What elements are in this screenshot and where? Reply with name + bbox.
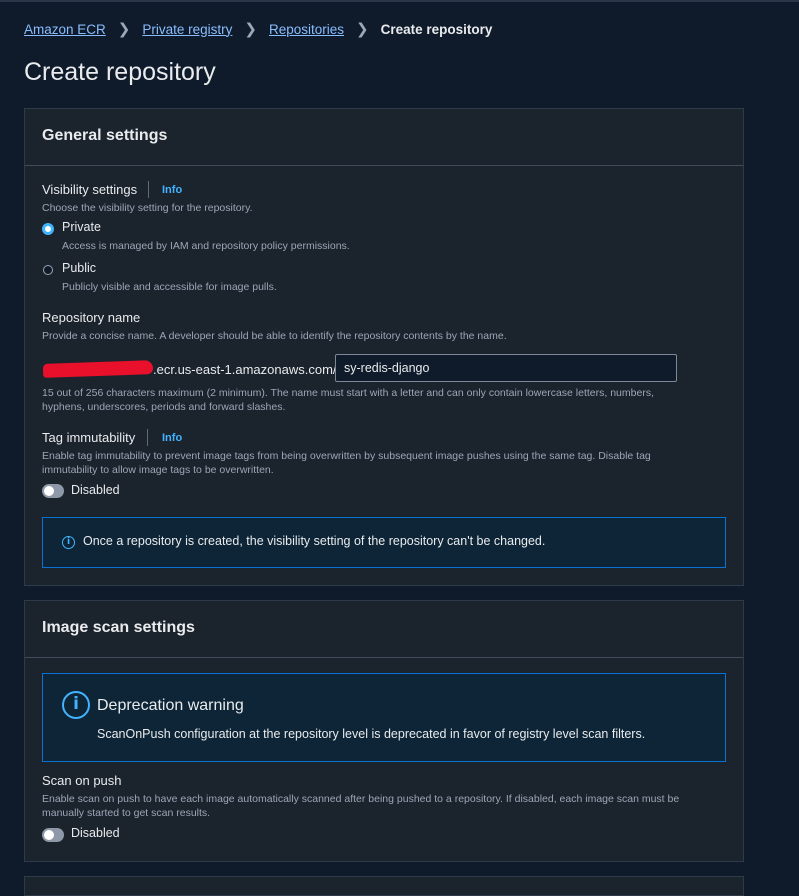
breadcrumb-current: Create repository <box>380 21 493 37</box>
chevron-right-icon: ❯ <box>244 21 257 38</box>
tag-immutability-toggle-label: Disabled <box>71 483 120 497</box>
constraint-line-2: hyphens, underscores, periods and forwar… <box>42 401 286 413</box>
scan-on-push-toggle-label: Disabled <box>71 826 120 840</box>
general-settings-panel: General settings Visibility settings Inf… <box>24 108 744 586</box>
repository-name-input[interactable] <box>335 354 677 382</box>
deprecation-warning-text: ScanOnPush configuration at the reposito… <box>97 727 646 741</box>
tag-immutability-info-link[interactable]: Info <box>162 432 182 444</box>
info-divider <box>148 181 149 198</box>
top-border <box>0 0 799 2</box>
info-circle-icon: i <box>62 691 90 719</box>
visibility-description: Choose the visibility setting for the re… <box>42 202 253 214</box>
chevron-right-icon: ❯ <box>117 21 131 38</box>
panel-header: Image scan settings <box>25 601 743 658</box>
breadcrumb-repositories[interactable]: Repositories <box>269 22 344 37</box>
tag-immutability-label: Tag immutability <box>42 430 136 445</box>
toggle-knob <box>44 486 54 496</box>
tag-immutability-description-line-1: Enable tag immutability to prevent image… <box>42 450 651 462</box>
repository-name-description: Provide a concise name. A developer shou… <box>42 330 507 342</box>
repository-name-label: Repository name <box>42 310 141 325</box>
info-divider <box>147 429 148 446</box>
scan-on-push-label: Scan on push <box>42 773 122 788</box>
constraint-line-1: 15 out of 256 characters maximum (2 mini… <box>42 387 654 399</box>
scan-on-push-description-line-2: manually started to get scan results. <box>42 807 211 819</box>
visibility-settings-label: Visibility settings <box>42 182 138 197</box>
scan-on-push-description-line-1: Enable scan on push to have each image a… <box>42 793 680 805</box>
tag-immutability-description: Enable tag immutability to prevent image… <box>42 449 651 477</box>
redacted-account-id <box>42 360 154 378</box>
breadcrumb-amazon-ecr[interactable]: Amazon ECR <box>24 22 106 37</box>
radio-public-label[interactable]: Public <box>62 261 96 275</box>
radio-private[interactable] <box>42 223 54 235</box>
radio-public[interactable] <box>43 265 53 275</box>
breadcrumb: Amazon ECR ❯ Private registry ❯ Reposito… <box>24 20 492 38</box>
visibility-alert-text: Once a repository is created, the visibi… <box>83 534 546 548</box>
radio-private-label[interactable]: Private <box>62 220 101 234</box>
tag-immutability-description-line-2: immutability to allow image tags to be o… <box>42 464 274 476</box>
general-settings-title: General settings <box>42 127 168 144</box>
deprecation-warning: i Deprecation warning ScanOnPush configu… <box>42 673 726 762</box>
radio-private-description: Access is managed by IAM and repository … <box>62 240 350 252</box>
tag-immutability-toggle[interactable] <box>42 484 64 498</box>
image-scan-settings-title: Image scan settings <box>42 619 195 636</box>
breadcrumb-private-registry[interactable]: Private registry <box>142 22 232 37</box>
radio-public-description: Publicly visible and accessible for imag… <box>62 281 277 293</box>
deprecation-warning-title: Deprecation warning <box>97 697 244 714</box>
visibility-info-link[interactable]: Info <box>162 184 182 196</box>
toggle-knob <box>44 830 54 840</box>
repository-name-constraint: 15 out of 256 characters maximum (2 mini… <box>42 386 654 414</box>
image-scan-settings-panel: Image scan settings i Deprecation warnin… <box>24 600 744 862</box>
page-title: Create repository <box>24 58 216 86</box>
panel-header: General settings <box>25 109 743 166</box>
chevron-right-icon: ❯ <box>356 21 369 38</box>
next-panel <box>24 876 744 896</box>
registry-prefix-text: .ecr.us-east-1.amazonaws.com/ <box>153 361 337 377</box>
registry-prefix: .ecr.us-east-1.amazonaws.com/ <box>42 359 337 379</box>
visibility-alert: i Once a repository is created, the visi… <box>42 517 726 568</box>
info-circle-icon: i <box>62 536 75 549</box>
scan-on-push-description: Enable scan on push to have each image a… <box>42 792 679 820</box>
scan-on-push-toggle[interactable] <box>42 828 64 842</box>
